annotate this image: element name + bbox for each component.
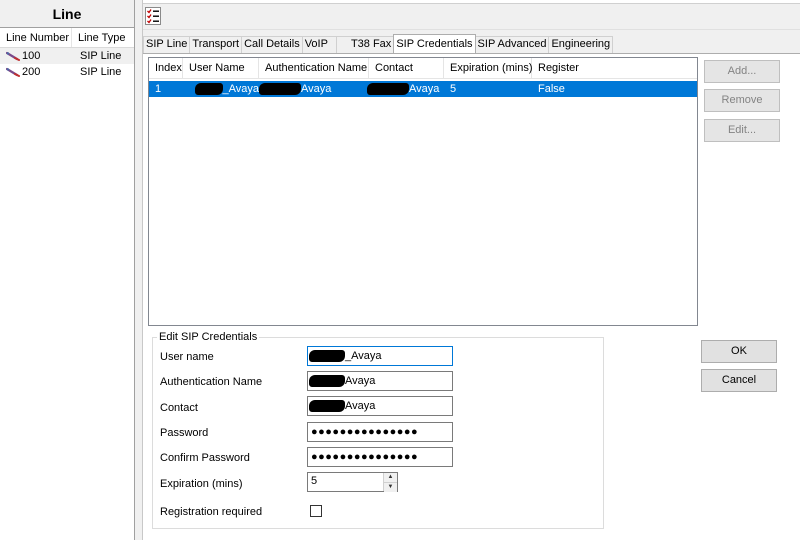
table-row[interactable]: 1 _Avaya Avaya Avaya 5 False [149,81,697,97]
authentication-name-value: Avaya [345,375,376,387]
add-button[interactable]: Add... [704,60,780,83]
confirm-password-input[interactable]: ●●●●●●●●●●●●●●● [307,447,453,467]
tab-engineering[interactable]: Engineering [548,36,614,53]
line-number: 100 [22,50,41,62]
tab-call-details[interactable]: Call Details [241,36,303,53]
line-type: SIP Line [80,66,122,78]
tab-sip-credentials[interactable]: SIP Credentials [393,34,476,53]
line-cable-icon [6,51,20,61]
list-checklist-icon[interactable] [145,7,161,25]
column-header-register[interactable]: Register [532,58,692,78]
expiration-stepper[interactable]: 5 ▲ ▼ [307,472,398,492]
line-type: SIP Line [80,50,122,62]
user-name-value: _Avaya [345,350,382,362]
user-name-input[interactable]: _Avaya [307,346,453,366]
column-header-user-name[interactable]: User Name [183,58,259,78]
group-legend: Edit SIP Credentials [157,330,260,344]
pane-splitter[interactable] [135,0,143,540]
cell-register: False [538,83,565,95]
confirm-password-value: ●●●●●●●●●●●●●●● [311,451,419,463]
cancel-button[interactable]: Cancel [701,369,777,392]
tab-voip[interactable]: VoIP [301,36,337,53]
cell-expiration: 5 [450,83,457,95]
contact-input[interactable]: Avaya [307,396,453,416]
sip-credentials-panel: Index User Name Authentication Name Cont… [143,53,800,540]
line-row-100[interactable]: 100 SIP Line [0,48,134,64]
redacted-mark [309,400,345,412]
registration-required-label: Registration required [160,506,263,518]
line-cable-icon [6,67,20,77]
confirm-password-label: Confirm Password [160,452,250,464]
authentication-name-label: Authentication Name [160,376,263,388]
edit-sip-credentials-group: Edit SIP Credentials User name _Avaya Au… [152,330,604,529]
user-name-label: User name [160,351,214,363]
contact-label: Contact [160,402,198,414]
redacted-mark [259,83,301,95]
password-input[interactable]: ●●●●●●●●●●●●●●● [307,422,453,442]
tab-sip-line[interactable]: SIP Line [143,36,191,53]
redacted-mark [195,83,223,95]
remove-button[interactable]: Remove [704,89,780,112]
password-label: Password [160,427,209,439]
registration-required-checkbox[interactable] [310,505,322,517]
tab-transport[interactable]: Transport [189,36,243,53]
column-header-expiration[interactable]: Expiration (mins) [444,58,533,78]
authentication-name-input[interactable]: Avaya [307,371,453,391]
edit-button[interactable]: Edit... [704,119,780,142]
line-number: 200 [22,66,41,78]
line-pane-title: Line [0,0,134,28]
password-value: ●●●●●●●●●●●●●●● [311,426,419,438]
cell-contact: Avaya [367,81,444,97]
line-details-pane: SIP Line Transport Call Details VoIP T38… [143,0,800,540]
column-header-line-number[interactable]: Line Number [0,28,72,47]
column-header-authentication-name[interactable]: Authentication Name [259,58,369,78]
redacted-mark [367,83,409,95]
expiration-label: Expiration (mins) [160,478,243,490]
ok-button[interactable]: OK [701,340,777,363]
column-header-line-type[interactable]: Line Type [72,28,126,47]
cell-authentication-name: Avaya [259,81,369,97]
credentials-list-header: Index User Name Authentication Name Cont… [149,58,697,79]
column-header-contact[interactable]: Contact [369,58,444,78]
redacted-mark [309,350,345,362]
settings-tabs: SIP Line Transport Call Details VoIP T38… [143,34,614,53]
tab-sip-advanced[interactable]: SIP Advanced [474,36,550,53]
cell-user-name: _Avaya [183,81,259,97]
column-header-index[interactable]: Index [149,58,183,78]
expiration-value: 5 [311,475,318,487]
cell-user-name-text: _Avaya [222,83,260,95]
redacted-mark [309,375,345,387]
cell-authentication-name-text: Avaya [301,83,332,95]
line-list-header: Line Number Line Type [0,28,134,48]
cell-index: 1 [155,83,162,95]
tab-t38-fax[interactable]: T38 Fax [335,36,395,53]
stepper-down-icon[interactable]: ▼ [384,482,397,492]
line-row-200[interactable]: 200 SIP Line [0,64,134,80]
toolbar [143,4,800,30]
cell-contact-text: Avaya [409,83,440,95]
stepper-buttons: ▲ ▼ [383,473,397,492]
stepper-up-icon[interactable]: ▲ [384,473,397,482]
credentials-list[interactable]: Index User Name Authentication Name Cont… [148,57,698,326]
line-tree-pane: Line Line Number Line Type 100 SIP Line … [0,0,135,540]
contact-value: Avaya [345,400,376,412]
